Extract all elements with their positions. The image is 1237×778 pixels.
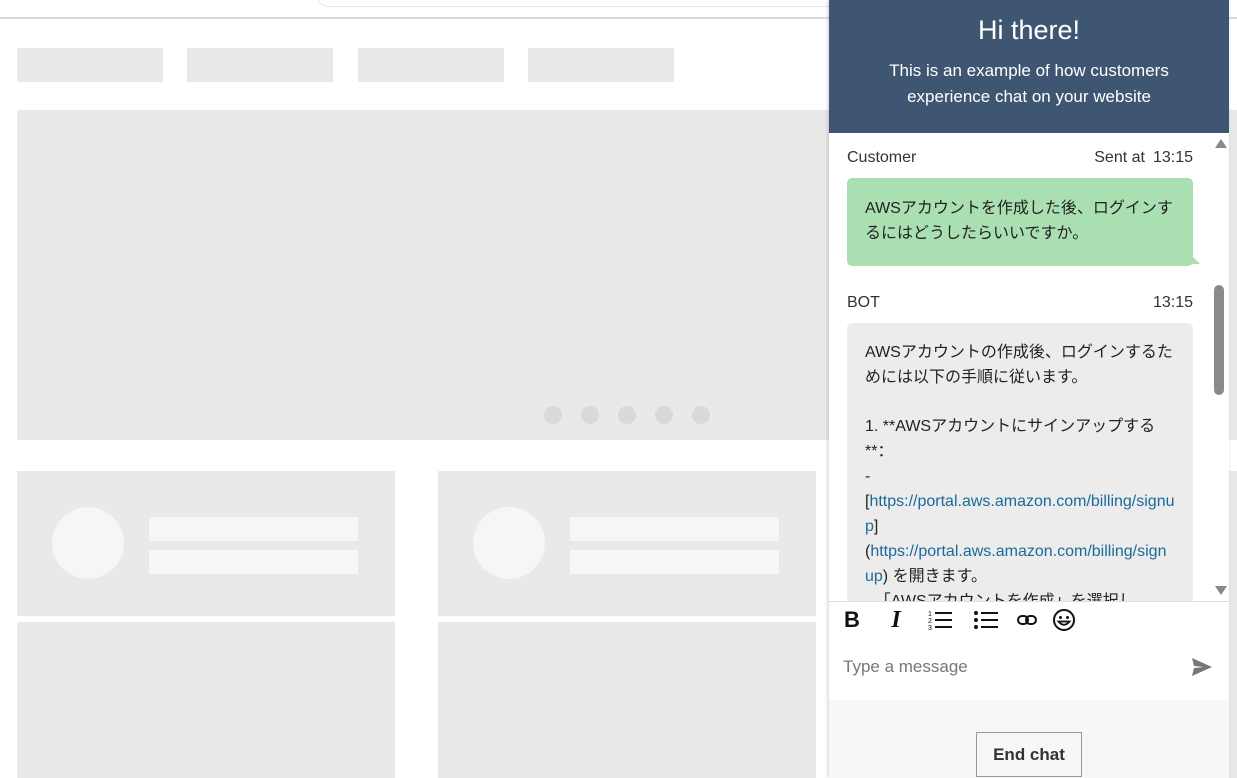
right-edge-placeholder	[1229, 471, 1237, 778]
chat-footer: End chat	[829, 700, 1229, 778]
card-placeholder-3	[17, 622, 395, 778]
card-placeholder-2	[438, 471, 816, 616]
carousel-dot-3	[618, 406, 636, 424]
emoji-button[interactable]	[1051, 608, 1077, 632]
nav-placeholder-4	[528, 48, 674, 82]
send-button[interactable]	[1191, 657, 1213, 677]
carousel-dot-1	[544, 406, 562, 424]
italic-icon: I	[891, 607, 901, 633]
carousel-dot-5	[692, 406, 710, 424]
card-line-placeholder	[149, 517, 358, 541]
bold-button[interactable]: B	[839, 608, 865, 632]
formatting-toolbar: B I 1 2 3	[829, 601, 1229, 639]
message-paragraph: (https://portal.aws.amazon.com/billing/s…	[865, 539, 1175, 589]
bot-message-bubble: AWSアカウントの作成後、ログインするためには以下の手順に従います。 1. **…	[847, 323, 1193, 601]
chat-subtitle: This is an example of how customers expe…	[889, 61, 1169, 106]
link-icon	[1017, 615, 1037, 625]
svg-text:3: 3	[928, 625, 932, 632]
numbered-list-icon: 1 2 3	[928, 611, 952, 632]
card-line-placeholder	[570, 517, 779, 541]
scroll-up-arrow-icon[interactable]	[1215, 139, 1227, 148]
message-text: を開きます。	[888, 568, 987, 585]
chat-transcript[interactable]: Customer Sent at 13:15 AWSアカウントを作成した後、ログイ…	[829, 133, 1229, 601]
scrollbar-thumb[interactable]	[1214, 285, 1224, 395]
italic-button[interactable]: I	[883, 608, 909, 632]
link-button[interactable]	[1014, 608, 1040, 632]
end-chat-button[interactable]: End chat	[976, 732, 1082, 777]
chat-widget: Hi there! This is an example of how cust…	[829, 0, 1229, 778]
card-placeholder-1	[17, 471, 395, 616]
bold-icon: B	[844, 607, 860, 632]
send-icon	[1192, 658, 1212, 676]
address-bar	[318, 0, 838, 6]
carousel-dot-2	[581, 406, 599, 424]
message-paragraph-cut: - 「AWSアカウントを作成」を選択し	[865, 589, 1175, 601]
card-line-placeholder	[149, 550, 358, 574]
bubble-tail	[1191, 255, 1200, 264]
card-avatar-placeholder	[52, 507, 124, 579]
message-sender: Customer	[847, 149, 917, 166]
message-timestamp: 13:15	[1152, 149, 1193, 166]
carousel-dot-4	[655, 406, 673, 424]
chat-title: Hi there!	[977, 15, 1081, 45]
customer-message-bubble: AWSアカウントを作成した後、ログインするにはどうしたらいいですか。	[847, 178, 1200, 266]
nav-placeholder-3	[358, 48, 504, 82]
message-paragraph: [https://portal.aws.amazon.com/billing/s…	[865, 489, 1175, 539]
bullet-list-icon	[974, 611, 998, 629]
message-composer	[829, 638, 1229, 700]
chat-header: Hi there! This is an example of how cust…	[829, 0, 1229, 133]
message-paragraph: -	[865, 468, 871, 485]
message-input[interactable]	[841, 652, 1175, 682]
transcript-scrollbar[interactable]	[1211, 133, 1229, 601]
message-paragraph: 1. **AWSアカウントにサインアップする**：	[865, 418, 1156, 460]
message-time: Sent at 13:15	[1094, 149, 1193, 167]
nav-placeholder-2	[187, 48, 333, 82]
card-avatar-placeholder	[473, 507, 545, 579]
scroll-down-arrow-icon[interactable]	[1215, 586, 1227, 595]
nav-placeholder-1	[17, 48, 163, 82]
message-sender: BOT	[847, 294, 880, 311]
card-line-placeholder	[570, 550, 779, 574]
message-timestamp: 13:15	[1152, 294, 1193, 311]
message-text: 「AWSアカウントを作成」を選択し	[875, 593, 1135, 601]
message-text: AWSアカウントを作成した後、ログインするにはどうしたらいいですか。	[865, 200, 1173, 242]
signup-link[interactable]: https://portal.aws.amazon.com/billing/si…	[865, 493, 1175, 535]
svg-text:2: 2	[928, 618, 932, 625]
bracket-text: ]	[873, 518, 879, 535]
svg-text:1: 1	[928, 611, 932, 618]
numbered-list-button[interactable]: 1 2 3	[927, 608, 953, 632]
message-paragraph: AWSアカウントの作成後、ログインするためには以下の手順に従います。	[865, 344, 1173, 386]
emoji-icon	[1053, 609, 1075, 631]
bullet-list-button[interactable]	[973, 608, 999, 632]
sent-at-label: Sent at	[1094, 149, 1145, 166]
card-placeholder-4	[438, 622, 816, 778]
